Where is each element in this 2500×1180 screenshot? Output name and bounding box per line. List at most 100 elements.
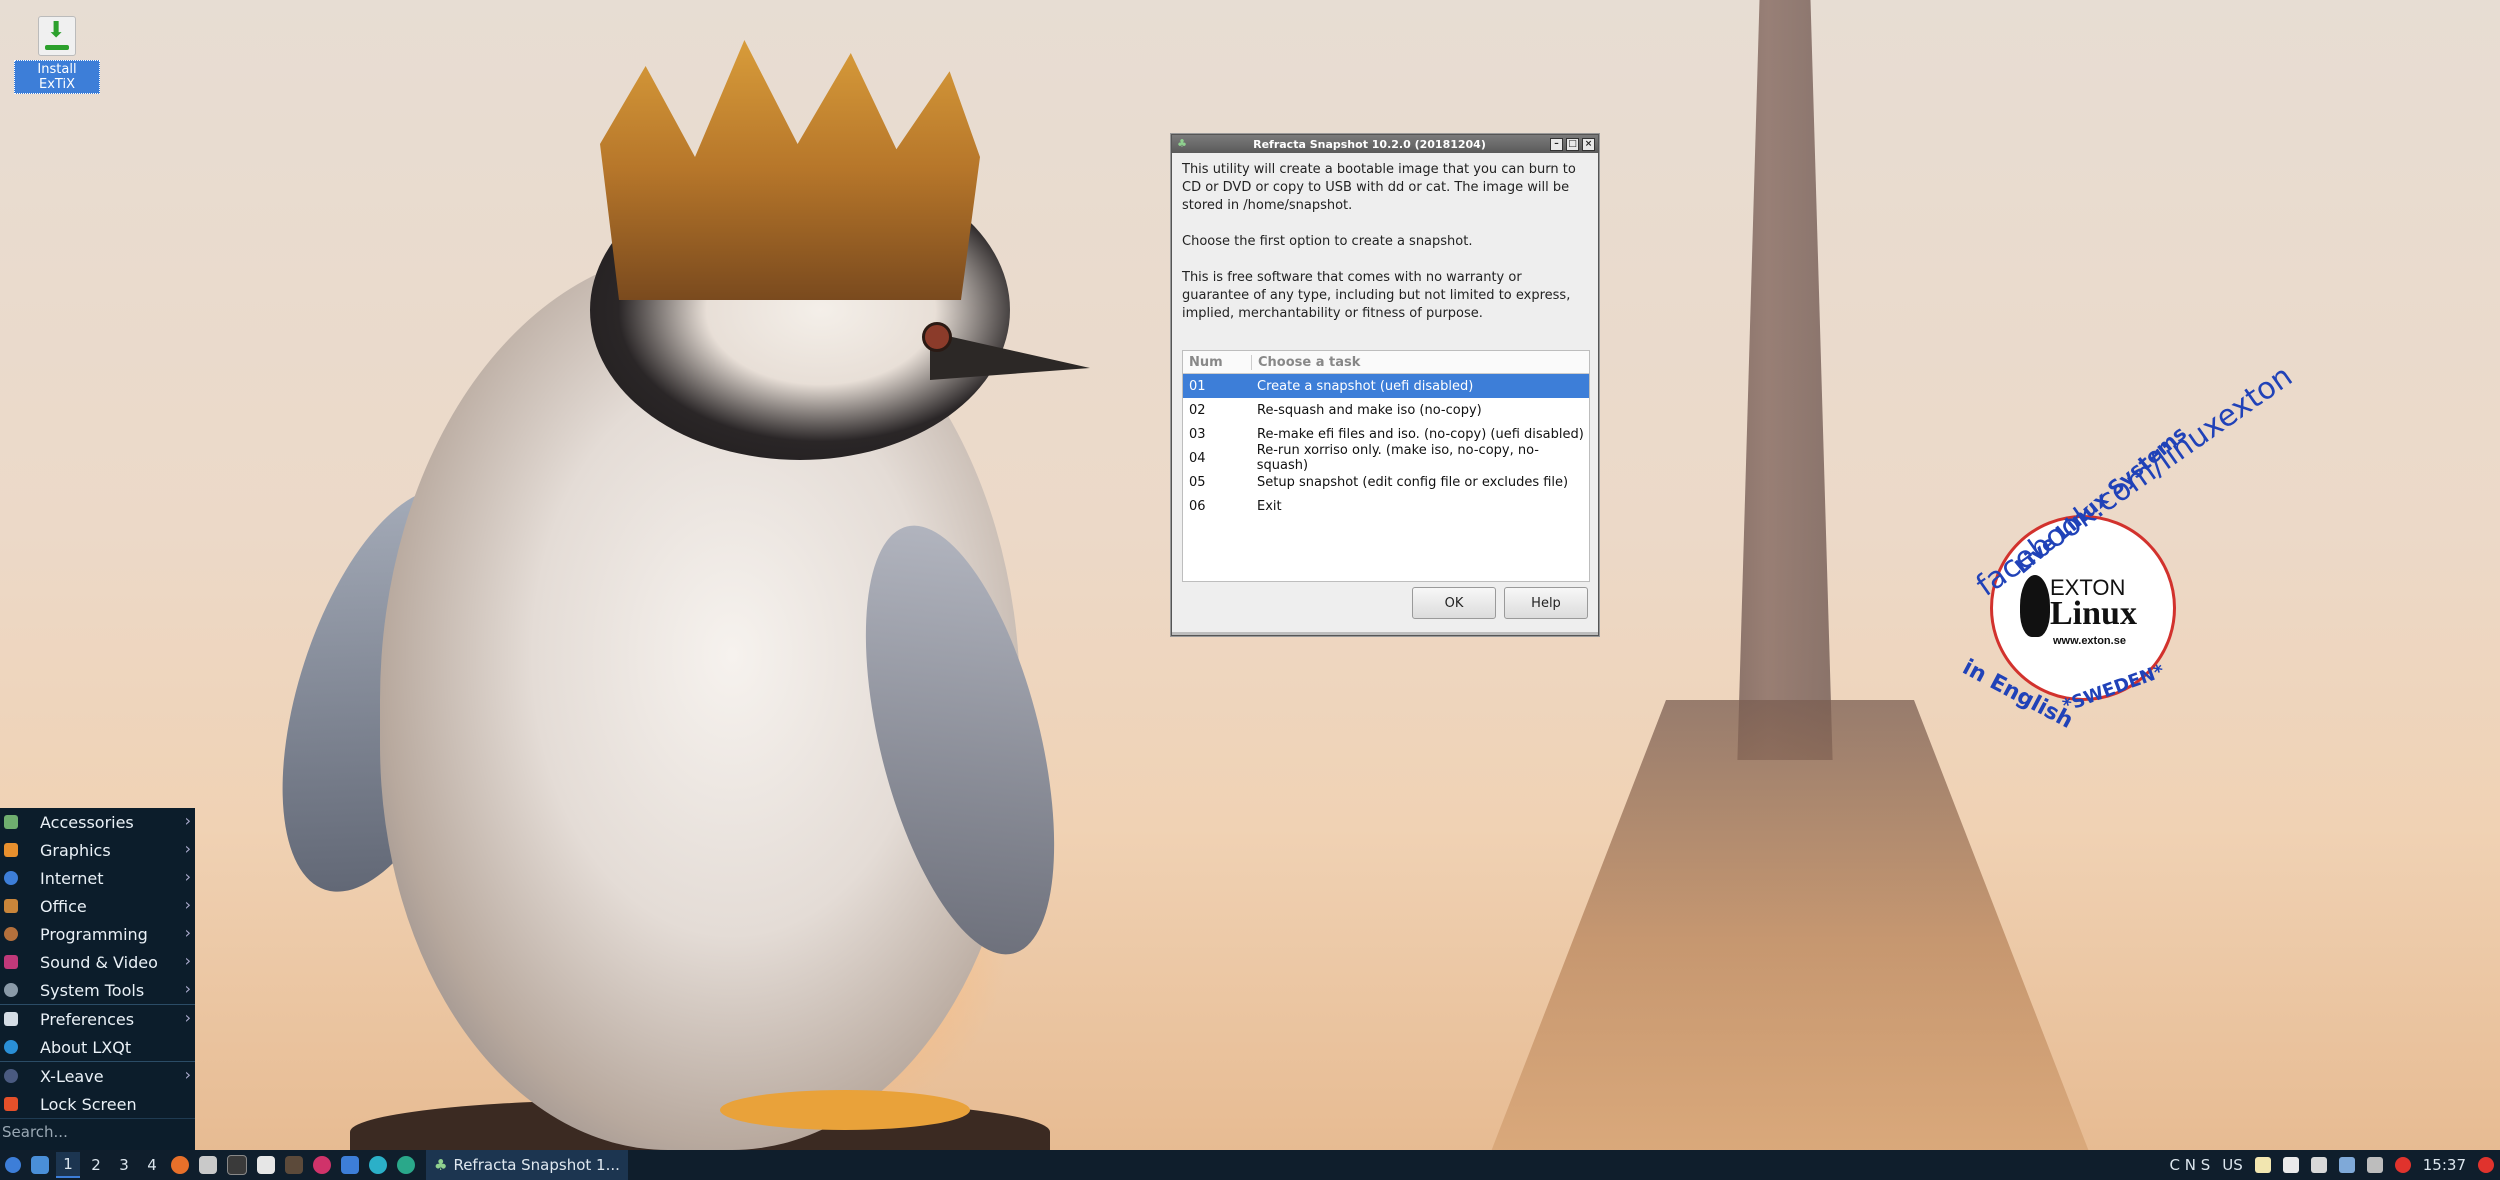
text-editor-icon[interactable] <box>257 1156 275 1174</box>
task-list: Num Choose a task 01 Create a snapshot (… <box>1182 350 1590 582</box>
dialog-paragraph-3: This is free software that comes with no… <box>1182 270 1571 321</box>
close-icon[interactable]: × <box>1582 137 1595 151</box>
clipboard-icon[interactable] <box>2254 1157 2271 1173</box>
task-row-05[interactable]: 05 Setup snapshot (edit config file or e… <box>1183 470 1589 494</box>
application-menu: Accessories › Graphics › Internet › Offi… <box>0 808 195 1150</box>
task-num: 05 <box>1189 474 1206 490</box>
firefox-icon[interactable] <box>171 1156 189 1174</box>
chevron-right-icon: › <box>184 979 191 998</box>
task-row-06[interactable]: 06 Exit <box>1183 494 1589 518</box>
menu-item-label: X-Leave <box>40 1066 104 1086</box>
task-row-01[interactable]: 01 Create a snapshot (uefi disabled) <box>1183 374 1589 398</box>
minimize-icon[interactable]: – <box>1550 137 1563 151</box>
workspace-1[interactable]: 1 <box>56 1152 80 1178</box>
chevron-right-icon: › <box>184 839 191 858</box>
drive-icon[interactable] <box>2366 1157 2383 1173</box>
settings-icon[interactable] <box>369 1156 387 1174</box>
chevron-right-icon: › <box>184 895 191 914</box>
leave-icon <box>4 1069 18 1083</box>
workspace-3[interactable]: 3 <box>112 1153 136 1177</box>
help-button[interactable]: Help <box>1504 587 1588 619</box>
menu-item-label: About LXQt <box>40 1037 132 1057</box>
menu-item-label: Sound & Video <box>40 952 158 972</box>
task-label: Re-squash and make iso (no-copy) <box>1257 402 1482 418</box>
menu-item-about-lxqt[interactable]: About LXQt <box>0 1033 195 1061</box>
lock-icon <box>4 1097 18 1111</box>
task-label: Exit <box>1257 498 1282 514</box>
menu-item-label: Internet <box>40 868 104 888</box>
file-manager-icon[interactable] <box>199 1156 217 1174</box>
image-viewer-icon[interactable] <box>285 1156 303 1174</box>
chevron-right-icon: › <box>184 867 191 886</box>
dialog-resize-edge[interactable] <box>1172 632 1598 635</box>
menu-item-x-leave[interactable]: X-Leave › <box>0 1062 195 1090</box>
eiffel-tower <box>1737 0 1833 760</box>
chevron-right-icon: › <box>184 1008 191 1027</box>
task-refracta-snapshot[interactable]: ♣ Refracta Snapshot 1... <box>426 1150 628 1180</box>
task-row-02[interactable]: 02 Re-squash and make iso (no-copy) <box>1183 398 1589 422</box>
display-icon[interactable] <box>2310 1157 2327 1173</box>
ok-button[interactable]: OK <box>1412 587 1496 619</box>
desktop-icon-label: Install ExTiX <box>14 60 100 94</box>
refracta-app-icon: ♣ <box>1177 137 1187 150</box>
eiffel-tower-base <box>1480 700 2100 1180</box>
refracta-app-icon: ♣ <box>434 1156 448 1174</box>
refracta-dialog: ♣ Refracta Snapshot 10.2.0 (20181204) – … <box>1171 134 1599 636</box>
menu-search-input[interactable]: Search... <box>0 1118 195 1145</box>
keyboard-layout[interactable]: US <box>2222 1156 2243 1174</box>
column-header-num[interactable]: Num <box>1183 354 1252 370</box>
network-icon[interactable] <box>2338 1157 2355 1173</box>
screen-icon[interactable] <box>2282 1157 2299 1173</box>
task-num: 03 <box>1189 426 1206 442</box>
crown <box>600 40 980 300</box>
dialog-description: This utility will create a bootable imag… <box>1172 153 1598 323</box>
task-label: Create a snapshot (uefi disabled) <box>1257 378 1474 394</box>
downloader-icon[interactable] <box>313 1156 331 1174</box>
preferences-icon <box>4 1012 18 1026</box>
terminal-icon[interactable] <box>227 1155 247 1175</box>
maximize-icon[interactable]: □ <box>1566 137 1579 151</box>
menu-item-accessories[interactable]: Accessories › <box>0 808 195 836</box>
menu-item-internet[interactable]: Internet › <box>0 864 195 892</box>
alert-icon[interactable] <box>2394 1157 2411 1173</box>
task-num: 04 <box>1189 450 1206 466</box>
menu-item-graphics[interactable]: Graphics › <box>0 836 195 864</box>
start-menu-icon[interactable] <box>5 1157 21 1173</box>
chevron-right-icon: › <box>184 1065 191 1084</box>
menu-item-sound-video[interactable]: Sound & Video › <box>0 948 195 976</box>
lxqt-icon <box>4 1040 18 1054</box>
menu-item-lock-screen[interactable]: Lock Screen <box>0 1090 195 1118</box>
clock[interactable]: 15:37 <box>2423 1156 2466 1174</box>
accessories-icon <box>4 815 18 829</box>
menu-item-programming[interactable]: Programming › <box>0 920 195 948</box>
task-list-header: Num Choose a task <box>1183 351 1589 374</box>
column-header-task[interactable]: Choose a task <box>1252 355 1360 370</box>
penguin-feet <box>720 1090 970 1130</box>
menu-item-label: Accessories <box>40 812 134 832</box>
task-label: Re-make efi files and iso. (no-copy) (ue… <box>1257 426 1584 442</box>
exton-logo-stamp: EXTON Linux www.exton.se facebook.com/li… <box>1950 359 2299 735</box>
menu-item-office[interactable]: Office › <box>0 892 195 920</box>
power-icon[interactable] <box>2478 1157 2494 1173</box>
menu-item-preferences[interactable]: Preferences › <box>0 1005 195 1033</box>
dialog-titlebar[interactable]: ♣ Refracta Snapshot 10.2.0 (20181204) – … <box>1172 135 1598 153</box>
workspace-4[interactable]: 4 <box>140 1153 164 1177</box>
task-label: Refracta Snapshot 1... <box>453 1156 620 1174</box>
installer-icon[interactable] <box>341 1156 359 1174</box>
refresh-icon[interactable] <box>397 1156 415 1174</box>
taskbar: 1 2 3 4 ♣ Refracta Snapshot 1... C N S U… <box>0 1150 2500 1180</box>
menu-item-label: Lock Screen <box>40 1094 137 1114</box>
internet-icon <box>4 871 18 885</box>
desktop-icon-install[interactable]: Install ExTiX <box>14 16 100 94</box>
tux-icon <box>2020 575 2050 637</box>
lock-keys-indicator[interactable]: C N S <box>2169 1156 2210 1174</box>
dialog-paragraph-1: This utility will create a bootable imag… <box>1182 162 1576 213</box>
task-num: 02 <box>1189 402 1206 418</box>
chevron-right-icon: › <box>184 811 191 830</box>
dialog-paragraph-2: Choose the first option to create a snap… <box>1182 234 1473 249</box>
system-tray: C N S US 15:37 <box>2163 1150 2500 1180</box>
show-desktop-icon[interactable] <box>31 1156 49 1174</box>
workspace-2[interactable]: 2 <box>84 1153 108 1177</box>
task-row-04[interactable]: 04 Re-run xorriso only. (make iso, no-co… <box>1183 443 1589 473</box>
menu-item-system-tools[interactable]: System Tools › <box>0 976 195 1004</box>
